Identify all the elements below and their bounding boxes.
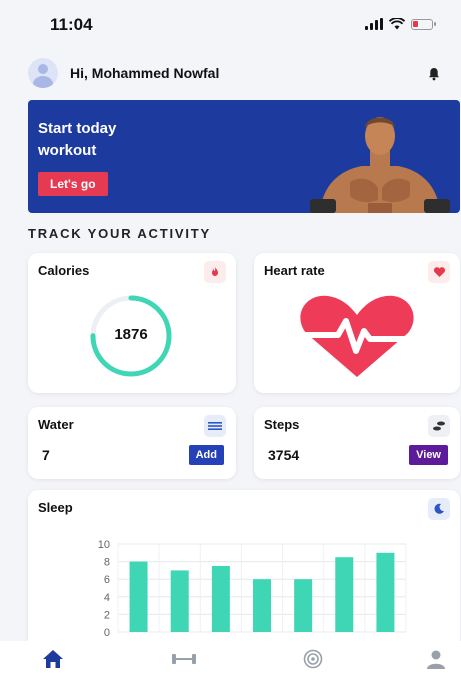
water-value: 7 — [42, 447, 50, 463]
y-tick-label: 4 — [104, 592, 110, 604]
y-tick-label: 0 — [104, 627, 110, 639]
water-waves-icon — [204, 415, 226, 437]
banner-title: Start today workout — [38, 120, 117, 159]
steps-card[interactable]: Steps 3754 View — [254, 407, 460, 479]
water-title: Water — [38, 417, 74, 432]
sleep-bar — [170, 570, 189, 632]
target-icon[interactable] — [302, 649, 324, 669]
bell-icon[interactable] — [427, 67, 441, 81]
sleep-bar — [335, 557, 354, 632]
profile-icon[interactable] — [426, 649, 446, 669]
system-icons — [365, 18, 436, 30]
sleep-bar — [376, 552, 395, 632]
greeting-text: Hi, Mohammed Nowfal — [70, 65, 220, 81]
sleep-card[interactable]: Sleep 0 2 4 6 8 10 — [28, 490, 460, 650]
workout-banner: Start today workout Let's go — [28, 100, 460, 213]
signal-icon — [365, 18, 383, 30]
dumbbell-icon[interactable] — [170, 649, 198, 669]
status-time: 11:04 — [50, 15, 93, 34]
avatar[interactable] — [28, 58, 58, 88]
greeting-row: Hi, Mohammed Nowfal — [28, 58, 219, 88]
home-icon[interactable] — [42, 649, 64, 669]
bottom-nav — [0, 641, 461, 673]
sleep-bar — [294, 579, 313, 632]
battery-icon — [411, 18, 436, 30]
steps-value: 3754 — [268, 447, 300, 463]
view-steps-button[interactable]: View — [409, 445, 448, 465]
y-tick-label: 10 — [98, 539, 110, 551]
calories-title: Calories — [38, 263, 90, 278]
y-tick-label: 6 — [104, 574, 110, 586]
sleep-bar — [253, 579, 271, 632]
heart-rate-card[interactable]: Heart rate — [254, 253, 460, 393]
y-tick-label: 2 — [104, 609, 110, 621]
wifi-icon — [389, 18, 405, 30]
lets-go-button[interactable]: Let's go — [38, 172, 108, 196]
status-bar: 11:04 — [0, 0, 461, 48]
calories-value: 1876 — [114, 326, 148, 343]
water-card[interactable]: Water 7 Add — [28, 407, 236, 479]
footsteps-icon — [428, 415, 450, 437]
section-title: TRACK YOUR ACTIVITY — [28, 226, 211, 241]
fire-icon — [204, 261, 226, 283]
y-tick-label: 8 — [104, 557, 110, 569]
calories-card[interactable]: Calories 1876 — [28, 253, 236, 393]
steps-title: Steps — [264, 417, 300, 432]
heart-icon — [428, 261, 450, 283]
add-water-button[interactable]: Add — [188, 445, 224, 465]
sleep-bar — [211, 566, 230, 632]
athlete-illustration — [310, 117, 450, 213]
sleep-bar — [129, 561, 148, 632]
sleep-bar-chart: 0 2 4 6 8 10 — [98, 539, 407, 639]
heart-rate-illustration — [300, 295, 414, 377]
heart-rate-title: Heart rate — [264, 263, 325, 278]
